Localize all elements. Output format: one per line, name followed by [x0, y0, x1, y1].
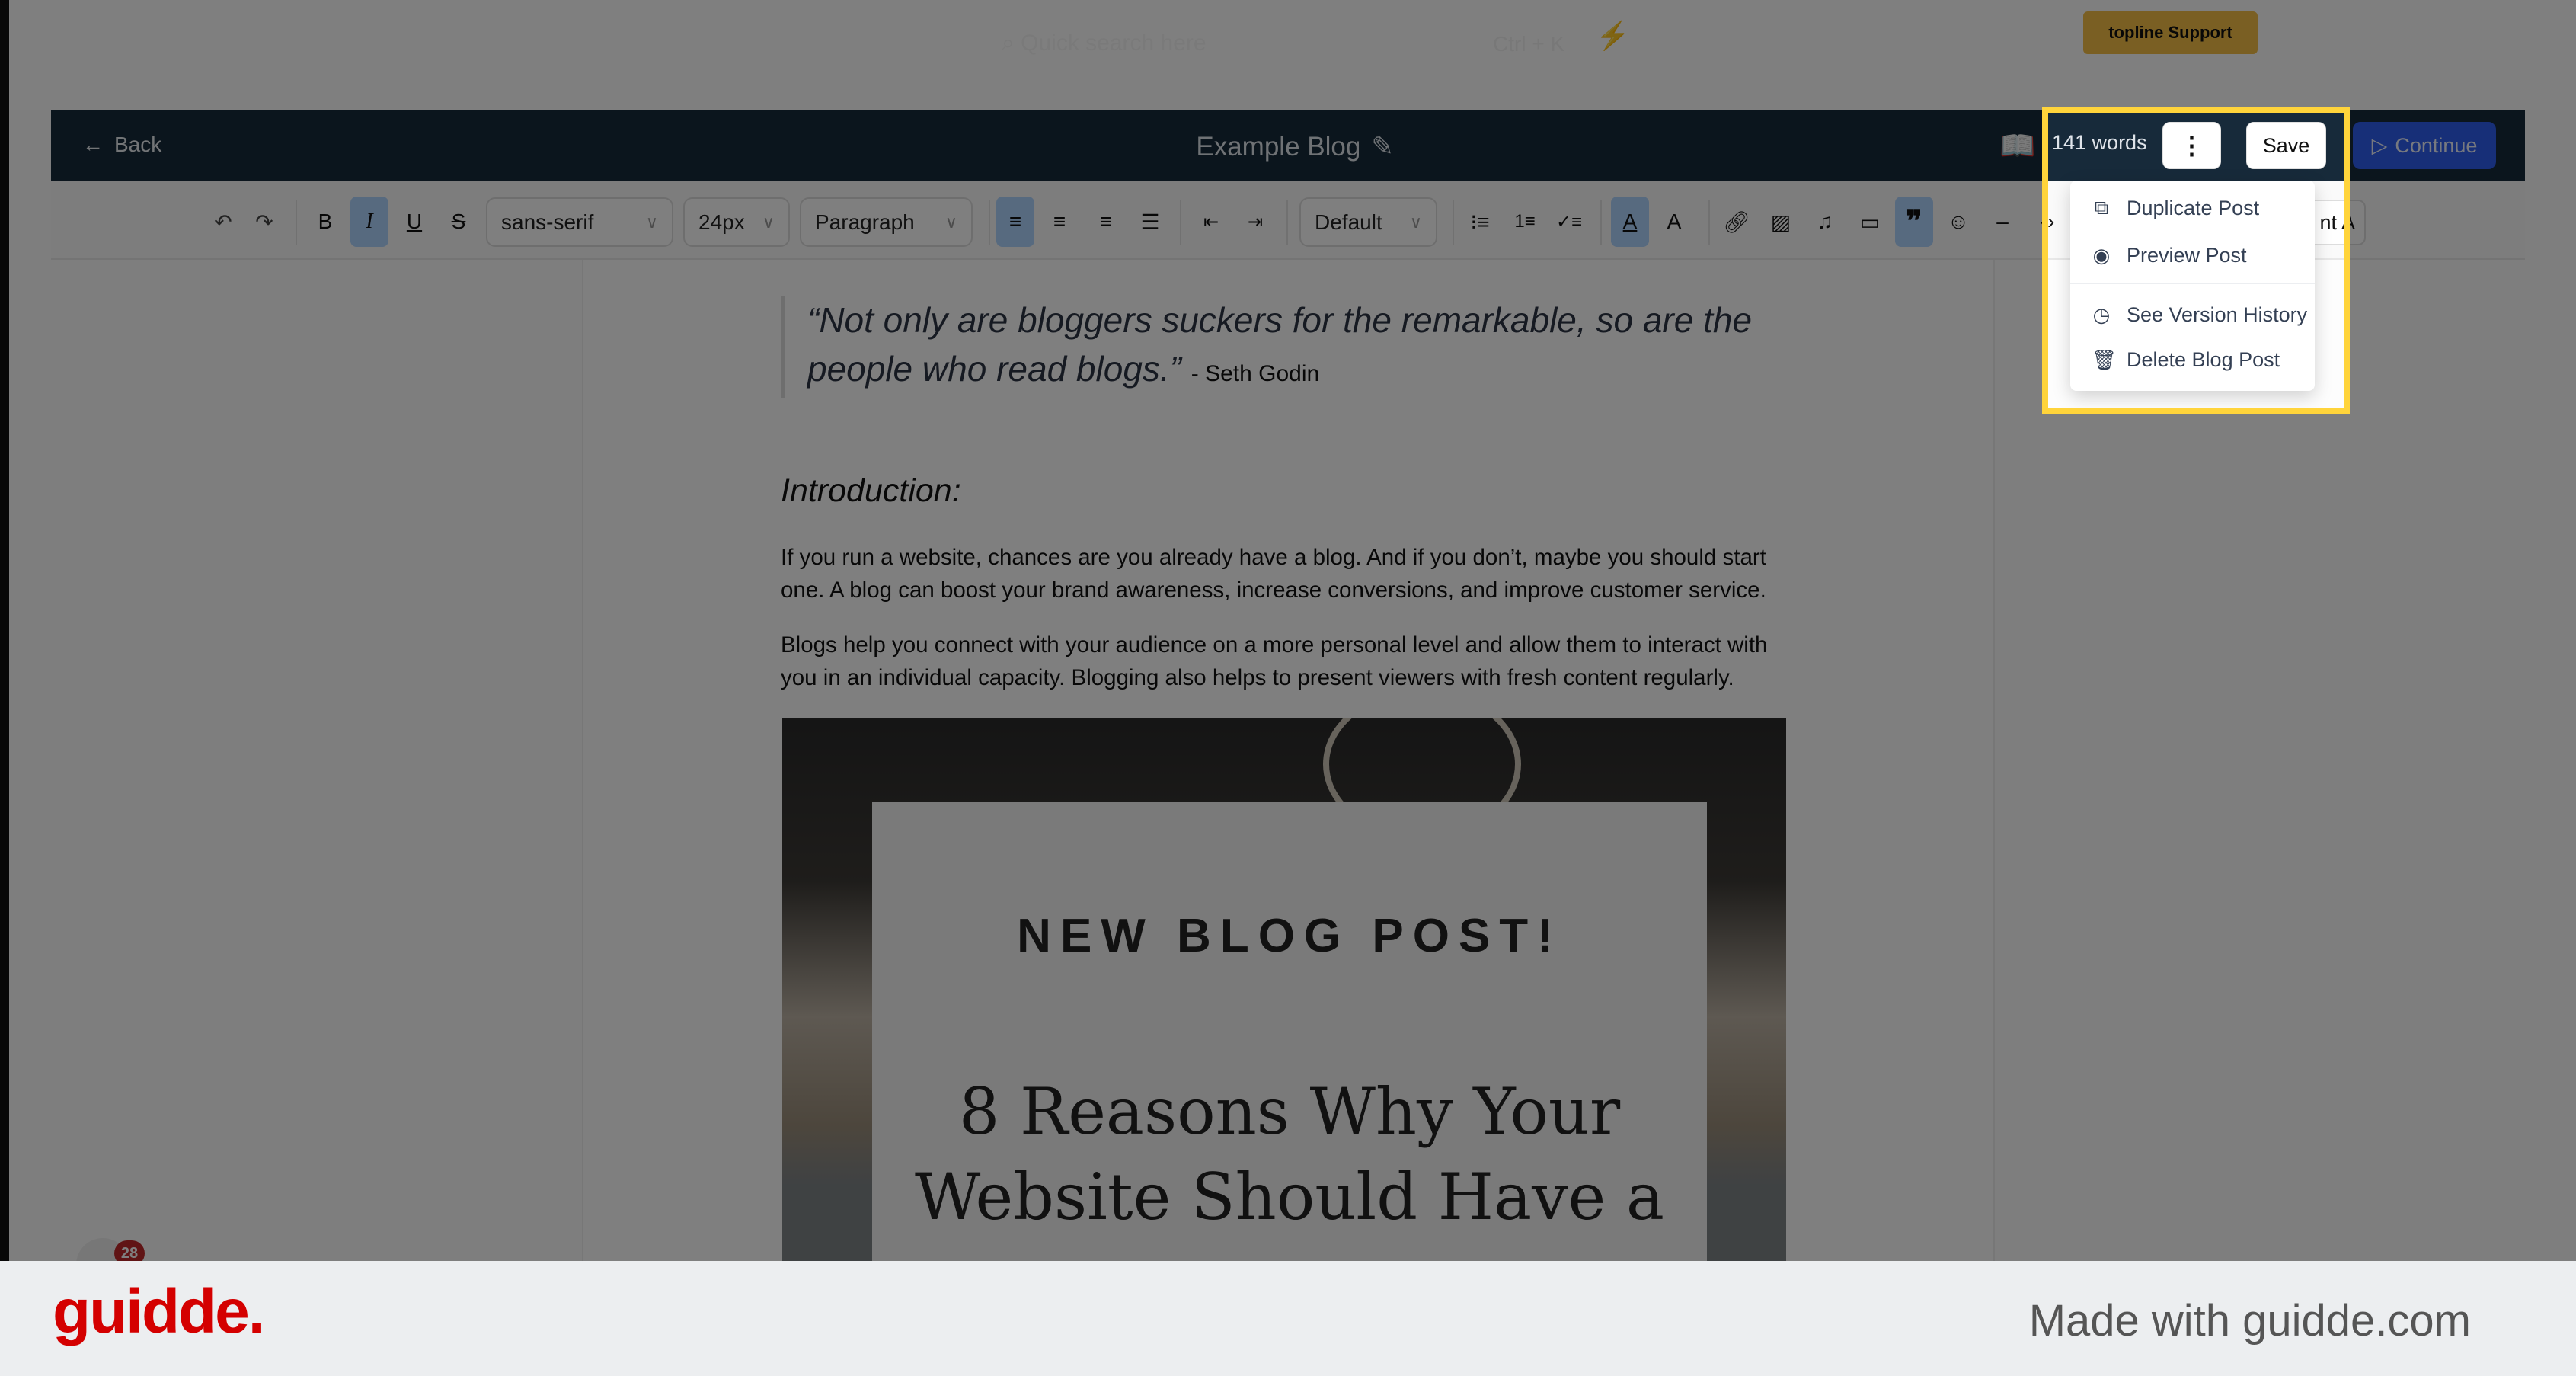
quick-search-input[interactable]: ⌕ Quick search here [1002, 30, 1207, 56]
outdent-icon[interactable]: ⇤ [1192, 197, 1230, 247]
continue-button[interactable]: ▷ Continue [2353, 122, 2496, 169]
paragraph[interactable]: If you run a website, chances are you al… [781, 541, 1786, 606]
menu-item-duplicate-post[interactable]: ⧉ Duplicate Post [2070, 187, 2315, 229]
block-type-select[interactable]: Paragraph ∨ [800, 197, 973, 247]
arrow-left-icon: ← [82, 133, 104, 156]
title-text: Example Blog [1196, 132, 1361, 162]
menu-item-preview-post[interactable]: ◉ Preview Post [2070, 234, 2315, 277]
image-card: NEW BLOG POST! 8 Reasons Why Your Websit… [872, 802, 1707, 1261]
back-button[interactable]: ← Back [82, 128, 161, 162]
made-with-text: Made with guidde.com [2028, 1296, 2471, 1346]
checklist-icon[interactable]: ✓≡ [1550, 197, 1588, 247]
guidde-footer: guidde. Made with guidde.com [0, 1261, 2576, 1376]
window-edge [0, 0, 9, 1261]
underline-icon[interactable]: U [395, 197, 433, 247]
menu-item-label: Preview Post [2127, 243, 2247, 267]
emoji-icon[interactable]: ☺ [1939, 197, 1977, 247]
align-right-icon[interactable]: ≡ [1087, 197, 1125, 247]
align-left-icon[interactable]: ≡ [996, 197, 1034, 247]
search-shortcut: Ctrl + K [1493, 32, 1565, 56]
numbered-list-icon[interactable]: 1≡ [1506, 197, 1544, 247]
divider [989, 200, 990, 245]
highlight-color-icon[interactable]: A [1655, 197, 1693, 247]
menu-divider [2070, 283, 2315, 284]
eye-icon: ◉ [2092, 243, 2111, 267]
style-select[interactable]: Default ∨ [1299, 197, 1437, 247]
divider [1286, 200, 1288, 245]
block-type-value: Paragraph [815, 210, 915, 234]
more-options-menu: ⧉ Duplicate Post ◉ Preview Post ◷ See Versi… [2070, 181, 2315, 391]
style-value: Default [1315, 210, 1382, 234]
divider [296, 200, 297, 245]
support-button[interactable]: topline Support [2083, 11, 2258, 54]
section-heading[interactable]: Introduction: [781, 472, 961, 510]
image-icon[interactable]: ▨ [1762, 197, 1800, 247]
search-placeholder: Quick search here [1021, 30, 1207, 56]
image-title: NEW BLOG POST! [1017, 910, 1562, 962]
menu-item-label: Delete Blog Post [2127, 347, 2280, 371]
link-icon[interactable]: 🔗︎ [1718, 197, 1756, 247]
blockquote-icon[interactable]: ❞ [1895, 197, 1933, 247]
strikethrough-icon[interactable]: S [439, 197, 478, 247]
indent-icon[interactable]: ⇥ [1236, 197, 1274, 247]
lightning-icon[interactable]: ⚡ [1596, 20, 1630, 52]
bold-icon[interactable]: B [306, 197, 344, 247]
back-label: Back [114, 133, 162, 156]
undo-icon[interactable]: ↶ [204, 197, 242, 247]
bullet-list-icon[interactable]: ⁝≡ [1461, 197, 1499, 247]
menu-item-version-history[interactable]: ◷ See Version History [2070, 293, 2315, 336]
trash-icon: 🗑︎ [2092, 347, 2117, 371]
font-size-value: 24px [698, 210, 745, 234]
continue-label: Continue [2395, 133, 2478, 157]
menu-item-label: See Version History [2127, 302, 2308, 326]
horizontal-rule-icon[interactable]: – [1983, 197, 2021, 247]
italic-icon[interactable]: I [350, 197, 388, 247]
video-icon[interactable]: ▭ [1851, 197, 1889, 247]
align-justify-icon[interactable]: ☰ [1131, 197, 1169, 247]
redo-icon[interactable]: ↷ [245, 197, 283, 247]
divider [1453, 200, 1454, 245]
chevron-down-icon: ∨ [762, 212, 775, 232]
paragraph[interactable]: Blogs help you connect with your audienc… [781, 629, 1786, 694]
send-icon: ▷ [2371, 133, 2388, 157]
menu-item-label: Duplicate Post [2127, 196, 2260, 219]
audio-icon[interactable]: ♫ [1806, 197, 1844, 247]
text-color-icon[interactable]: A [1611, 197, 1649, 247]
clock-icon: ◷ [2092, 302, 2111, 326]
menu-item-delete-post[interactable]: 🗑︎ Delete Blog Post [2070, 338, 2315, 381]
divider [1600, 200, 1602, 245]
blog-title[interactable]: Example Blog ✎ [1066, 128, 1523, 166]
reading-book-icon: 📖 [1999, 130, 2036, 162]
pencil-icon[interactable]: ✎ [1371, 132, 1393, 162]
chevron-down-icon: ∨ [645, 212, 658, 232]
guidde-logo: guidde. [53, 1277, 266, 1346]
font-family-value: sans-serif [501, 210, 594, 234]
word-count: 141 words [2052, 131, 2147, 154]
chevron-down-icon: ∨ [1409, 212, 1422, 232]
quote-author: - Seth Godin [1191, 361, 1320, 386]
save-button[interactable]: Save [2246, 122, 2326, 169]
blockquote[interactable]: “Not only are bloggers suckers for the r… [781, 296, 1771, 398]
chevron-down-icon: ∨ [944, 212, 957, 232]
image-subtitle: 8 Reasons Why Your Website Should Have a [914, 1074, 1665, 1234]
copy-icon: ⧉ [2094, 196, 2109, 219]
more-options-button[interactable]: ⋮ [2162, 122, 2221, 169]
align-center-icon[interactable]: ≡ [1040, 197, 1079, 247]
font-size-select[interactable]: 24px ∨ [683, 197, 790, 247]
blog-cover-image[interactable]: NEW BLOG POST! 8 Reasons Why Your Websit… [782, 718, 1786, 1261]
font-family-select[interactable]: sans-serif ∨ [486, 197, 673, 247]
divider [1708, 200, 1710, 245]
code-icon[interactable]: ‹› [2028, 197, 2066, 247]
divider [1180, 200, 1181, 245]
